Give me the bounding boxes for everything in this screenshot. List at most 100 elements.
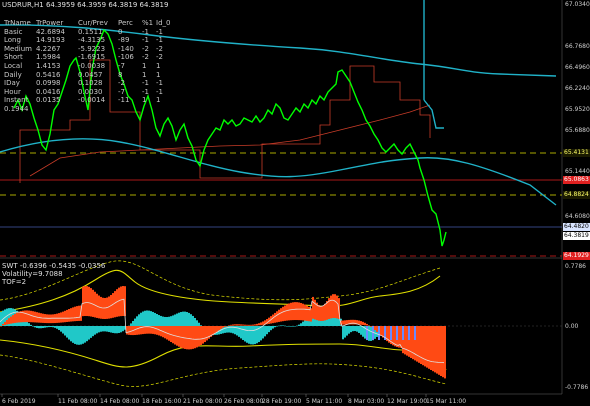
sub-axis-label: 0.00 — [565, 323, 579, 330]
osc-bar-cyan — [346, 326, 348, 336]
osc-bar-orange — [84, 286, 86, 317]
time-axis-label: 18 Feb 16:00 — [142, 398, 182, 405]
osc-bar-orange — [136, 326, 138, 335]
osc-bar-orange — [258, 323, 260, 326]
osc-bar-orange — [230, 324, 232, 326]
trend-table-cell: Local — [4, 61, 23, 70]
trend-table-cell: -1 — [156, 27, 163, 36]
osc-bar-cyan — [280, 325, 282, 326]
osc-bar-orange — [296, 302, 298, 321]
osc-bar-orange — [64, 310, 66, 323]
osc-bar-orange — [200, 326, 202, 346]
trend-table-cell: 1 — [156, 70, 161, 79]
osc-bar-orange — [298, 302, 300, 321]
osc-bar-orange — [138, 326, 140, 335]
osc-bar-cyan — [56, 326, 58, 329]
trend-table-cell: 14.9193 — [36, 36, 65, 45]
price-tag: 65.0863 — [563, 176, 590, 184]
osc-bar-orange — [158, 326, 160, 336]
osc-bar-cyan — [196, 320, 198, 326]
osc-bar-cyan — [106, 326, 108, 332]
trend-table: TrName TrPower Cur/Prev Perc %1 Id_0 Basic 42.… — [4, 19, 172, 114]
osc-bar-orange — [116, 289, 118, 317]
osc-bar-cyan — [158, 315, 160, 326]
trend-table-cell: Daily — [4, 70, 22, 79]
osc-bar-orange — [432, 326, 434, 372]
trend-table-row: IDay 0.0998 0.1028 -2 -1 -1 — [4, 79, 172, 88]
osc-bar-orange — [66, 309, 68, 322]
osc-bar-cyan — [74, 326, 76, 344]
osc-bar-orange — [188, 326, 190, 350]
trend-table-cell: -1 — [142, 87, 149, 96]
osc-bar-orange — [410, 326, 412, 358]
trend-table-cell: 1 — [142, 96, 147, 105]
price-axis-label: 66.7680 — [565, 43, 590, 50]
osc-bar-orange — [300, 302, 302, 321]
osc-bar-cyan — [356, 326, 358, 332]
osc-bar-cyan — [278, 325, 280, 327]
osc-bar-orange — [92, 289, 94, 317]
osc-bar-cyan — [266, 326, 268, 335]
osc-bar-cyan — [292, 326, 294, 327]
price-tag: 64.3819 — [563, 232, 590, 240]
trend-table-cell: -0.0014 — [78, 96, 106, 105]
osc-bar-cyan — [244, 326, 246, 342]
osc-bar-orange — [192, 326, 194, 349]
osc-bar-orange — [4, 321, 6, 325]
osc-bar-orange — [12, 315, 14, 324]
osc-bar-orange — [420, 326, 422, 364]
osc-bar-cyan — [344, 326, 346, 338]
osc-bar-cyan — [294, 326, 296, 327]
osc-bar-orange — [236, 324, 238, 326]
osc-bar-cyan — [290, 326, 292, 327]
osc-bar-cyan — [138, 314, 140, 326]
osc-bar-orange — [216, 326, 218, 332]
osc-bar-cyan — [224, 326, 226, 333]
osc-bar-orange — [48, 314, 50, 324]
trend-table-cell: -5.9223 — [78, 44, 106, 53]
osc-bar-cyan — [274, 326, 276, 328]
osc-bar-cyan — [58, 326, 60, 331]
osc-bar-orange — [114, 291, 116, 318]
osc-bar-cyan — [152, 311, 154, 326]
osc-bar-cyan — [108, 326, 110, 333]
trend-table-cell: -1 — [142, 36, 149, 45]
osc-bar-orange — [260, 322, 262, 326]
osc-bar-orange — [134, 326, 136, 336]
osc-bar-blue — [366, 326, 368, 340]
trend-table-cell: -7 — [118, 87, 125, 96]
osc-bar-cyan — [78, 326, 80, 345]
price-axis-label: 67.0340 — [565, 1, 590, 8]
trend-table-cell: 0.0030 — [78, 87, 103, 96]
trend-table-cell: 1 — [142, 61, 147, 70]
trend-table-cell: 1.5984 — [36, 53, 61, 62]
osc-bar-orange — [26, 310, 28, 323]
trend-table-cell: -1 — [156, 36, 163, 45]
price-tag: 65.4131 — [563, 149, 590, 157]
osc-bar-orange — [28, 310, 30, 323]
osc-bar-cyan — [150, 311, 152, 326]
osc-bar-orange — [404, 326, 406, 355]
osc-bar-cyan — [268, 326, 270, 333]
osc-bar-orange — [424, 326, 426, 367]
osc-bar-orange — [0, 326, 2, 327]
osc-bar-orange — [8, 318, 10, 325]
osc-bar-cyan — [154, 312, 156, 326]
osc-bar-orange — [110, 294, 112, 319]
osc-bar-orange — [76, 306, 78, 322]
osc-bar-orange — [332, 294, 334, 319]
trend-table-cell: -106 — [118, 53, 134, 62]
osc-bar-orange — [286, 304, 288, 321]
osc-bar-orange — [222, 326, 224, 328]
osc-bar-orange — [352, 319, 354, 325]
osc-bar-cyan — [48, 326, 50, 328]
osc-bar-orange — [342, 320, 344, 325]
osc-bar-orange — [52, 314, 54, 324]
trend-table-row: Daily 0.5416 0.0457 8 1 1 — [4, 71, 172, 80]
osc-bar-cyan — [226, 326, 228, 333]
osc-bar-orange — [256, 323, 258, 326]
osc-bar-cyan — [96, 326, 98, 334]
osc-bar-cyan — [238, 326, 240, 337]
trend-table-cell: 1 — [142, 70, 147, 79]
osc-bar-cyan — [174, 314, 176, 326]
